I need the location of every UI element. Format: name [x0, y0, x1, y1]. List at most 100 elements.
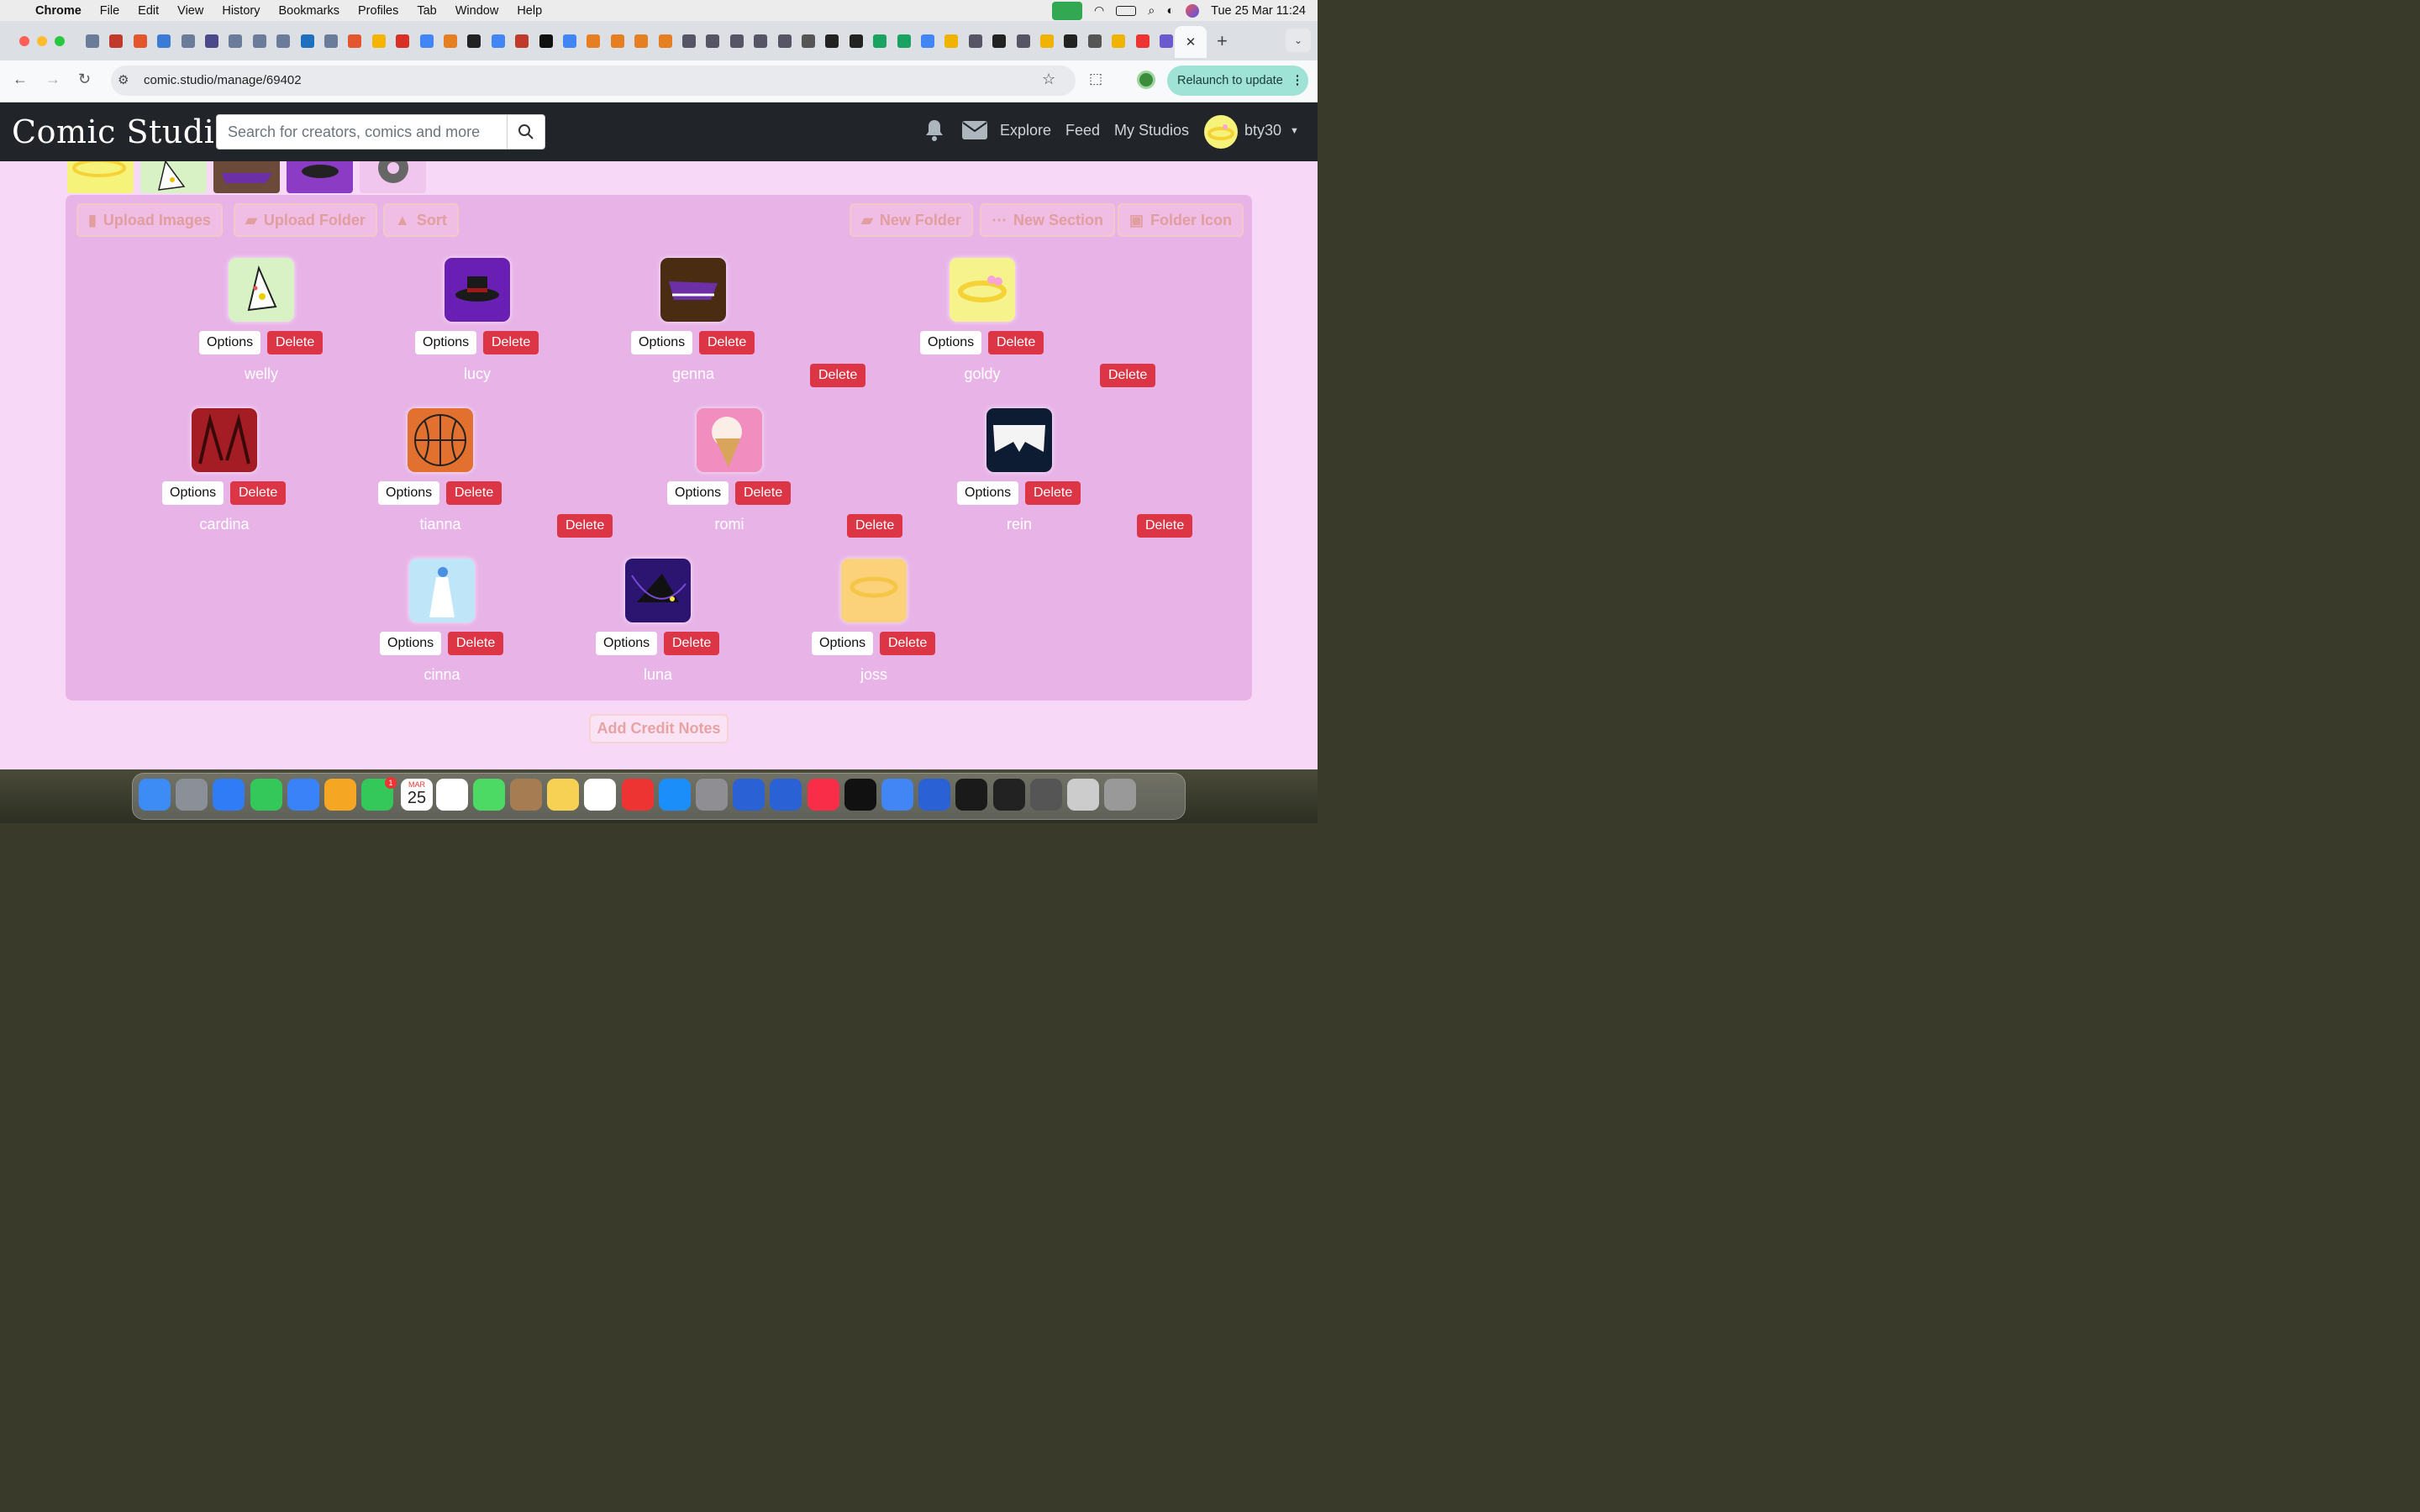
tab-favicon-icon[interactable] [610, 34, 624, 48]
upload-folder-button[interactable]: ▰ Upload Folder [234, 203, 377, 237]
dock-app-icon[interactable] [1029, 779, 1062, 811]
thumbnail-lucy[interactable] [445, 258, 510, 322]
character-name[interactable]: welly [194, 365, 329, 383]
delete-button[interactable]: Delete [847, 514, 903, 538]
dock-app-icon[interactable] [918, 779, 951, 811]
tab-favicon-icon[interactable] [348, 34, 362, 48]
thumbnail-cinna[interactable] [409, 559, 475, 622]
thumbnail-welly[interactable] [229, 258, 294, 322]
delete-button[interactable]: Delete [448, 632, 504, 655]
user-avatar[interactable] [1204, 115, 1238, 149]
tab-favicon-icon[interactable] [229, 34, 243, 48]
site-search-input[interactable]: Search for creators, comics and more [216, 114, 508, 150]
options-button[interactable]: Options [667, 481, 729, 505]
character-name[interactable]: rein [952, 516, 1086, 533]
menu-edit[interactable]: Edit [129, 4, 168, 18]
tab-favicon-icon[interactable] [849, 34, 863, 48]
thumbnail-romi[interactable] [697, 408, 762, 472]
tab-favicon-icon[interactable] [729, 34, 744, 48]
folder-tab-welly[interactable] [140, 161, 207, 193]
battery-icon[interactable] [1116, 5, 1137, 16]
nav-my-studios[interactable]: My Studios [1114, 122, 1189, 139]
folder-tab-goldy[interactable] [67, 161, 134, 193]
delete-button[interactable]: Delete [810, 364, 866, 387]
dock-app-icon[interactable] [955, 779, 988, 811]
thumbnail-goldy[interactable] [950, 258, 1015, 322]
delete-button[interactable]: Delete [557, 514, 613, 538]
tab-favicon-icon[interactable] [563, 34, 576, 48]
close-window-icon[interactable] [19, 36, 29, 46]
dock-app-icon[interactable] [621, 779, 654, 811]
menu-tab[interactable]: Tab [408, 4, 445, 18]
tab-favicon-icon[interactable] [324, 34, 338, 48]
dock-app-icon[interactable] [733, 779, 765, 811]
options-button[interactable]: Options [199, 331, 261, 354]
folder-icon-button[interactable]: ▣ Folder Icon [1118, 203, 1244, 237]
tab-favicon-icon[interactable] [1160, 34, 1173, 48]
folder-tab-genna[interactable] [213, 161, 280, 193]
menu-app-name[interactable]: Chrome [26, 4, 91, 18]
minimize-window-icon[interactable] [37, 36, 47, 46]
dock-app-icon[interactable] [992, 779, 1025, 811]
reload-icon[interactable]: ↻ [78, 71, 91, 88]
dock-app-icon[interactable] [584, 779, 617, 811]
menu-history[interactable]: History [213, 4, 269, 18]
bookmark-star-icon[interactable]: ☆ [1042, 71, 1055, 88]
character-name[interactable]: tianna [373, 516, 508, 533]
options-button[interactable]: Options [596, 632, 658, 655]
tab-favicon-icon[interactable] [777, 34, 792, 48]
delete-button[interactable]: Delete [230, 481, 287, 505]
tab-favicon-icon[interactable] [181, 34, 195, 48]
facetime-status-icon[interactable] [1052, 1, 1083, 20]
new-section-button[interactable]: ⋯ New Section [980, 203, 1116, 237]
thumbnail-rein[interactable] [986, 408, 1052, 472]
character-name[interactable]: cardina [157, 516, 292, 533]
delete-button[interactable]: Delete [267, 331, 324, 354]
character-name[interactable]: lucy [410, 365, 544, 383]
tab-favicon-icon[interactable] [706, 34, 720, 48]
tab-favicon-icon[interactable] [754, 34, 768, 48]
spotlight-search-icon[interactable]: ⌕ [1148, 4, 1155, 18]
new-folder-button[interactable]: ▰ New Folder [850, 203, 973, 237]
dock-app-icon[interactable] [547, 779, 580, 811]
folder-tab-lucy[interactable] [287, 161, 353, 193]
delete-button[interactable]: Delete [1137, 514, 1193, 538]
tab-favicon-icon[interactable] [491, 34, 505, 48]
character-name[interactable]: romi [662, 516, 797, 533]
tab-favicon-icon[interactable] [992, 34, 1007, 48]
menu-window[interactable]: Window [446, 4, 508, 18]
profile-icon[interactable] [1137, 71, 1155, 89]
menu-profiles[interactable]: Profiles [349, 4, 408, 18]
thumbnail-cardina[interactable] [192, 408, 257, 472]
dock-app-icon[interactable] [1067, 779, 1099, 811]
nav-explore[interactable]: Explore [1000, 122, 1051, 139]
dock-app-icon[interactable] [176, 779, 208, 811]
dock-app-icon[interactable] [770, 779, 802, 811]
tab-favicon-icon[interactable] [658, 34, 672, 48]
folder-settings-tab[interactable] [360, 161, 426, 193]
menubar-clock[interactable]: Tue 25 Mar 11:24 [1211, 4, 1306, 18]
tab-favicon-icon[interactable] [157, 34, 171, 48]
options-button[interactable]: Options [380, 632, 442, 655]
forward-arrow-icon[interactable]: → [45, 71, 60, 88]
character-name[interactable]: cinna [375, 666, 509, 684]
siri-icon[interactable] [1186, 3, 1200, 18]
tab-favicon-icon[interactable] [825, 34, 839, 48]
thumbnail-genna[interactable] [660, 258, 726, 322]
close-tab-icon[interactable]: ✕ [1186, 34, 1197, 50]
tab-favicon-icon[interactable] [587, 34, 601, 48]
tab-favicon-icon[interactable] [133, 34, 147, 48]
tab-favicon-icon[interactable] [86, 34, 99, 48]
site-logo[interactable]: Comic Studio [12, 113, 234, 150]
options-button[interactable]: Options [957, 481, 1019, 505]
extensions-icon[interactable]: ⬚ [1089, 71, 1102, 87]
username-label[interactable]: bty30 [1244, 122, 1281, 139]
dock-app-icon[interactable] [807, 779, 839, 811]
tab-favicon-icon[interactable] [634, 34, 649, 48]
tab-favicon-icon[interactable] [467, 34, 481, 48]
dock-app-icon[interactable] [510, 779, 542, 811]
wifi-icon[interactable]: ◠ [1094, 3, 1104, 18]
add-credit-notes-button[interactable]: Add Credit Notes [589, 714, 729, 743]
tab-favicon-icon[interactable] [1087, 34, 1102, 48]
delete-button[interactable]: Delete [1025, 481, 1081, 505]
